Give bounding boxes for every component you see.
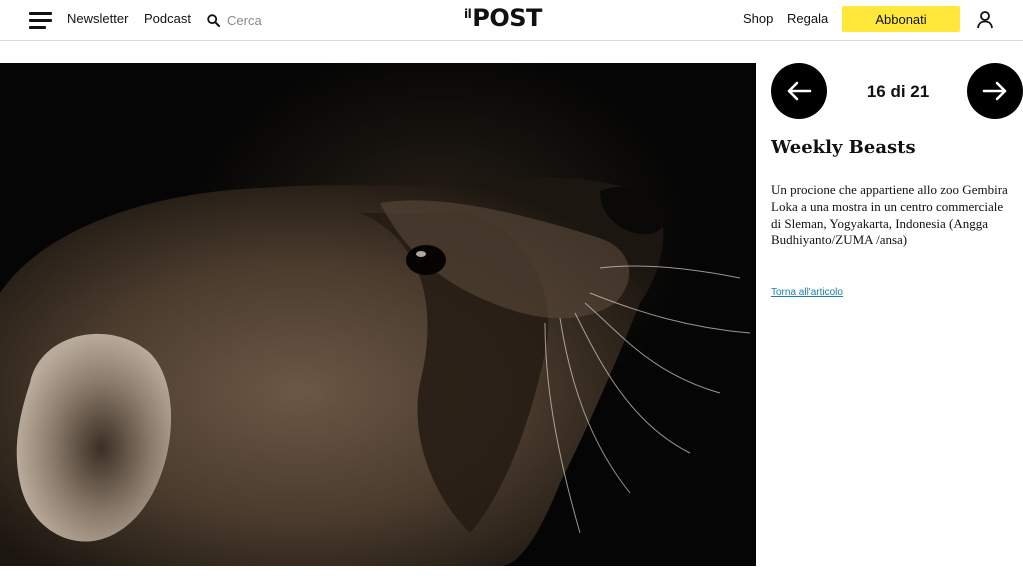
site-header: Newsletter Podcast il POST Shop Regala A… [0,0,1023,41]
search-input[interactable] [227,12,307,28]
menu-line [29,19,52,22]
site-logo[interactable]: il POST [464,3,542,37]
search-box[interactable] [207,11,307,29]
search-icon[interactable] [207,13,220,27]
logo-il: il [464,7,472,21]
arrow-left-icon [787,81,812,101]
next-button[interactable] [967,63,1023,119]
regala-link[interactable]: Regala [787,11,828,26]
gallery-photo [0,63,756,566]
menu-line [29,12,52,15]
podcast-link[interactable]: Podcast [144,11,191,26]
subscribe-button[interactable]: Abbonati [842,6,960,32]
photo-caption: Un procione che appartiene allo zoo Gemb… [771,182,1008,248]
raccoon-photo-illustration [0,177,751,566]
gallery-title: Weekly Beasts [771,137,916,158]
previous-button[interactable] [771,63,827,119]
shop-link[interactable]: Shop [743,11,773,26]
slide-counter: 16 di 21 [866,82,930,101]
back-to-article-link[interactable]: Torna all'articolo [771,287,843,298]
menu-icon[interactable] [29,11,52,29]
arrow-right-icon [982,81,1007,101]
user-icon[interactable] [976,10,994,29]
logo-post: POST [472,4,542,32]
newsletter-link[interactable]: Newsletter [67,11,128,26]
menu-line [29,26,46,29]
